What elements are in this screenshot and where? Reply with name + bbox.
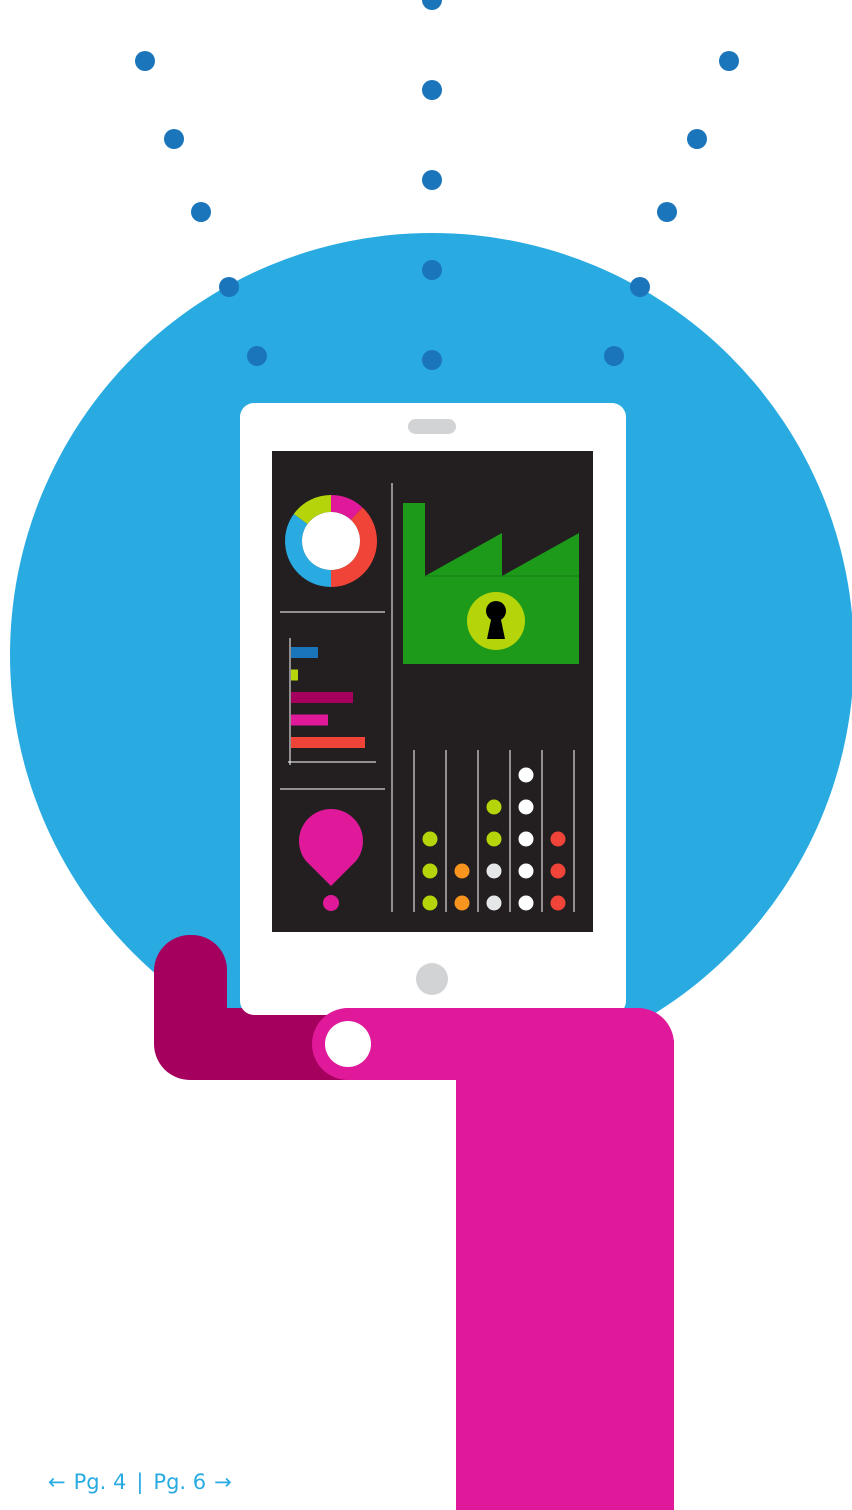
tablet-in-hand-illustration: [10, 0, 852, 1510]
arm: [456, 1040, 674, 1510]
donut-hole: [302, 512, 360, 570]
dot-matrix-dot: [486, 831, 502, 847]
dot-matrix-dot: [518, 831, 534, 847]
dot-matrix-dot: [550, 863, 566, 879]
bar-chart-bar: [291, 647, 318, 658]
page-navigation: ← Pg. 4 | Pg. 6 →: [48, 1468, 232, 1496]
arrow-left-icon: ←: [48, 1470, 66, 1494]
signal-dot: [630, 277, 650, 297]
dot-matrix-dot: [518, 799, 534, 815]
signal-dot: [219, 277, 239, 297]
dot-matrix-dot: [518, 895, 534, 911]
signal-dot: [687, 129, 707, 149]
location-pin-dot: [323, 895, 339, 911]
signal-dot: [422, 350, 442, 370]
bar-chart-bar: [291, 669, 298, 681]
arrow-right-icon: →: [214, 1470, 232, 1494]
bar-chart-bar: [291, 692, 353, 703]
signal-dot: [247, 346, 267, 366]
next-page-link[interactable]: Pg. 6 →: [153, 1468, 231, 1496]
dot-matrix-dot: [550, 895, 566, 911]
signal-dot: [422, 0, 442, 10]
signal-dot: [191, 202, 211, 222]
bar-chart-bar: [291, 737, 365, 748]
donut-chart-icon: [285, 495, 377, 587]
signal-dot: [422, 170, 442, 190]
previous-page-label: Pg. 4: [73, 1470, 127, 1494]
dot-matrix-dot: [454, 863, 470, 879]
dot-matrix-dot: [422, 831, 438, 847]
tablet-home-button: [416, 963, 448, 995]
dot-matrix-dot: [422, 863, 438, 879]
signal-dot: [164, 129, 184, 149]
next-page-label: Pg. 6: [153, 1470, 207, 1494]
dot-matrix-dot: [422, 895, 438, 911]
dot-matrix-dot: [486, 799, 502, 815]
tablet-speaker: [408, 419, 456, 434]
dot-matrix-dot: [550, 831, 566, 847]
dot-matrix-dot: [518, 863, 534, 879]
page: ← Pg. 4 | Pg. 6 →: [0, 0, 852, 1510]
previous-page-link[interactable]: ← Pg. 4: [48, 1468, 126, 1496]
hand-knuckle-dot: [325, 1021, 371, 1067]
nav-separator: |: [136, 1470, 144, 1494]
signal-dot: [657, 202, 677, 222]
dot-matrix-dot: [454, 895, 470, 911]
dot-matrix-dot: [486, 895, 502, 911]
signal-dot: [135, 51, 155, 71]
signal-dot: [422, 80, 442, 100]
dot-matrix-dot: [486, 863, 502, 879]
signal-dot: [422, 260, 442, 280]
dot-matrix-dot: [518, 767, 534, 783]
signal-dot: [604, 346, 624, 366]
bar-chart-bar: [291, 714, 328, 726]
signal-dot: [719, 51, 739, 71]
keyhole-lock-icon: [467, 592, 525, 650]
